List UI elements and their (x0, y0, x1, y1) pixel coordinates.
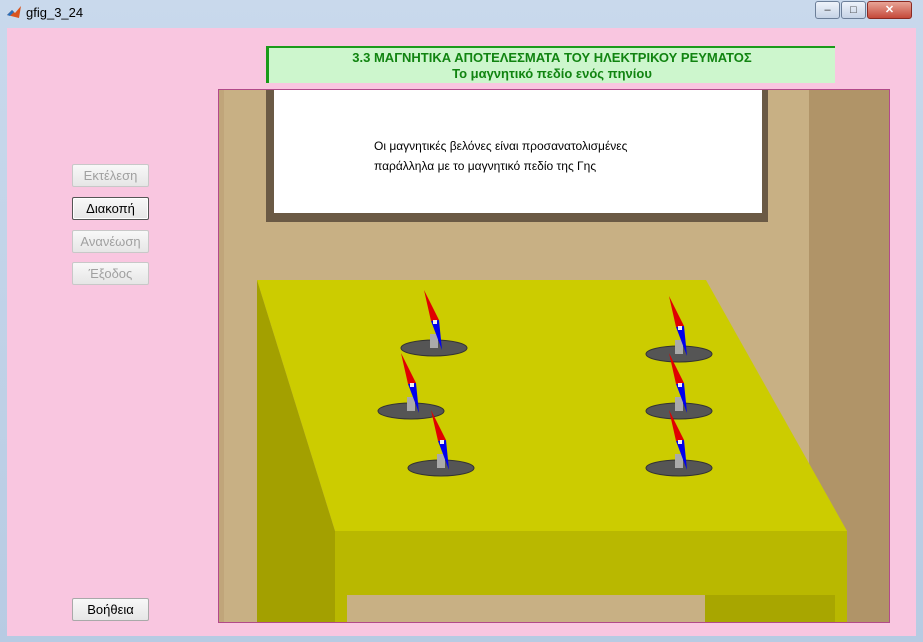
chapter-title: 3.3 ΜΑΓΝΗΤΙΚΑ ΑΠΟΤΕΛΕΣΜΑΤΑ ΤΟΥ ΗΛΕΚΤΡΙΚΟ… (352, 50, 752, 65)
subtitle: Το μαγνητικό πεδίο ενός πηνίου (452, 66, 652, 81)
table-gap (347, 595, 705, 622)
refresh-button[interactable]: Ανανέωση (72, 230, 149, 253)
needle-center (410, 383, 414, 387)
minimize-button[interactable]: – (815, 1, 840, 19)
needle-center (678, 383, 682, 387)
exit-button[interactable]: Έξοδος (72, 262, 149, 285)
needle-center (678, 440, 682, 444)
board-message: Οι μαγνητικές βελόνες είναι προσανατολισ… (374, 136, 627, 176)
help-button[interactable]: Βοήθεια (72, 598, 149, 621)
stop-button[interactable]: Διακοπή (72, 197, 149, 220)
figure-area: 3.3 ΜΑΓΝΗΤΙΚΑ ΑΠΟΤΕΛΕΣΜΑΤΑ ΤΟΥ ΗΛΕΚΤΡΙΚΟ… (7, 28, 916, 636)
application-window: gfig_3_24 – □ ✕ 3.3 ΜΑΓΝΗΤΙΚΑ ΑΠΟΤΕΛΕΣΜΑ… (0, 0, 923, 642)
needle-center (678, 326, 682, 330)
board-line-1: Οι μαγνητικές βελόνες είναι προσανατολισ… (374, 139, 628, 153)
run-button[interactable]: Εκτέλεση (72, 164, 149, 187)
wall-edge (219, 90, 224, 622)
board-line-2: παράλληλα με το μαγνητικό πεδίο της Γης (374, 159, 597, 173)
title-bar[interactable]: gfig_3_24 – □ ✕ (0, 0, 923, 24)
needle-center (440, 440, 444, 444)
scene-axes: Οι μαγνητικές βελόνες είναι προσανατολισ… (218, 89, 890, 623)
window-title: gfig_3_24 (26, 5, 84, 20)
title-panel: 3.3 ΜΑΓΝΗΤΙΚΑ ΑΠΟΤΕΛΕΣΜΑΤΑ ΤΟΥ ΗΛΕΚΤΡΙΚΟ… (266, 46, 835, 83)
table-leg (705, 595, 835, 622)
needle-center (433, 320, 437, 324)
maximize-button[interactable]: □ (841, 1, 866, 19)
matlab-icon (7, 6, 21, 18)
close-button[interactable]: ✕ (867, 1, 912, 19)
